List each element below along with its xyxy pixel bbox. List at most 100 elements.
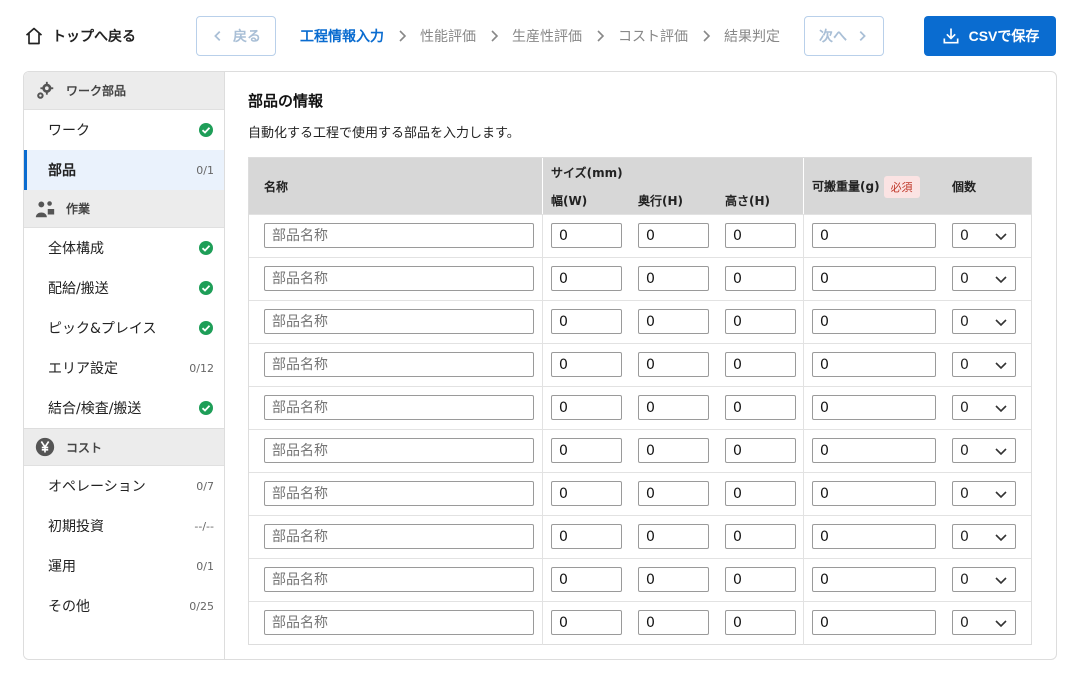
home-icon: [25, 27, 43, 45]
height-input[interactable]: [725, 223, 796, 248]
depth-input[interactable]: [638, 352, 709, 377]
column-header-depth: 奥行(H): [638, 194, 684, 208]
width-input[interactable]: [551, 481, 622, 506]
table-row: 0: [249, 472, 1031, 516]
sidebar-item-other[interactable]: その他 0/25: [24, 586, 224, 626]
sidebar-item-running[interactable]: 運用 0/1: [24, 546, 224, 586]
sidebar-item-join-inspect[interactable]: 結合/検査/搬送: [24, 388, 224, 428]
weight-input[interactable]: [812, 481, 936, 506]
count-select[interactable]: 0: [952, 438, 1016, 463]
weight-input[interactable]: [812, 610, 936, 635]
height-input[interactable]: [725, 438, 796, 463]
width-input[interactable]: [551, 309, 622, 334]
column-header-size-group: サイズ(mm): [551, 166, 623, 180]
sidebar-item-initial-investment[interactable]: 初期投資 --/--: [24, 506, 224, 546]
part-name-input[interactable]: [264, 481, 534, 506]
row-divider: [803, 602, 804, 645]
depth-input[interactable]: [638, 438, 709, 463]
height-input[interactable]: [725, 567, 796, 592]
height-input[interactable]: [725, 610, 796, 635]
weight-input[interactable]: [812, 438, 936, 463]
part-name-input[interactable]: [264, 567, 534, 592]
row-divider: [542, 387, 543, 430]
part-name-input[interactable]: [264, 352, 534, 377]
weight-input[interactable]: [812, 266, 936, 291]
height-input[interactable]: [725, 395, 796, 420]
sidebar-item-label: オペレーション: [48, 479, 146, 495]
weight-input[interactable]: [812, 352, 936, 377]
row-divider: [803, 430, 804, 473]
width-input[interactable]: [551, 438, 622, 463]
count-select[interactable]: 0: [952, 352, 1016, 377]
chevron-down-icon: [995, 275, 1007, 283]
sidebar-item-pick-place[interactable]: ピック&プレイス: [24, 308, 224, 348]
width-input[interactable]: [551, 266, 622, 291]
height-input[interactable]: [725, 524, 796, 549]
column-header-width: 幅(W): [551, 194, 588, 208]
part-name-input[interactable]: [264, 309, 534, 334]
weight-input[interactable]: [812, 567, 936, 592]
sidebar-item-overall[interactable]: 全体構成: [24, 228, 224, 268]
sidebar-item-operation[interactable]: オペレーション 0/7: [24, 466, 224, 506]
home-link-label: トップへ戻る: [52, 29, 136, 45]
sidebar-item-work[interactable]: ワーク: [24, 110, 224, 150]
count-select[interactable]: 0: [952, 395, 1016, 420]
count-select[interactable]: 0: [952, 610, 1016, 635]
count-select[interactable]: 0: [952, 481, 1016, 506]
required-badge: 必須: [883, 176, 920, 198]
part-name-input[interactable]: [264, 395, 534, 420]
depth-input[interactable]: [638, 567, 709, 592]
count-select[interactable]: 0: [952, 223, 1016, 248]
part-name-input[interactable]: [264, 438, 534, 463]
chevron-right-icon: [488, 30, 500, 42]
depth-input[interactable]: [638, 309, 709, 334]
weight-input[interactable]: [812, 524, 936, 549]
width-input[interactable]: [551, 352, 622, 377]
csv-save-button[interactable]: CSVで保存: [924, 16, 1056, 56]
table-body: 0 0 0 0 0 0 0 0 0 0: [249, 214, 1031, 645]
part-name-input[interactable]: [264, 524, 534, 549]
chevron-down-icon: [995, 318, 1007, 326]
depth-input[interactable]: [638, 266, 709, 291]
count-select[interactable]: 0: [952, 524, 1016, 549]
depth-input[interactable]: [638, 524, 709, 549]
width-input[interactable]: [551, 395, 622, 420]
count-select[interactable]: 0: [952, 309, 1016, 334]
step-productivity: 生産性評価: [512, 29, 582, 45]
row-divider: [803, 301, 804, 344]
sidebar-item-count: 0/25: [189, 599, 214, 613]
weight-input[interactable]: [812, 395, 936, 420]
depth-input[interactable]: [638, 395, 709, 420]
part-name-input[interactable]: [264, 266, 534, 291]
part-name-input[interactable]: [264, 610, 534, 635]
sidebar-item-label: その他: [48, 599, 90, 615]
count-select[interactable]: 0: [952, 567, 1016, 592]
count-select-value: 0: [960, 313, 969, 330]
height-input[interactable]: [725, 266, 796, 291]
chevron-down-icon: [995, 576, 1007, 584]
sidebar-item-area[interactable]: エリア設定 0/12: [24, 348, 224, 388]
count-select[interactable]: 0: [952, 266, 1016, 291]
width-input[interactable]: [551, 567, 622, 592]
table-row: 0: [249, 558, 1031, 602]
part-name-input[interactable]: [264, 223, 534, 248]
depth-input[interactable]: [638, 223, 709, 248]
height-input[interactable]: [725, 481, 796, 506]
weight-input[interactable]: [812, 223, 936, 248]
next-button[interactable]: 次へ: [804, 16, 884, 56]
depth-input[interactable]: [638, 610, 709, 635]
home-link[interactable]: トップへ戻る: [24, 24, 136, 48]
table-row: 0: [249, 214, 1031, 258]
count-select-value: 0: [960, 270, 969, 287]
weight-input[interactable]: [812, 309, 936, 334]
height-input[interactable]: [725, 352, 796, 377]
back-button[interactable]: 戻る: [196, 16, 276, 56]
depth-input[interactable]: [638, 481, 709, 506]
height-input[interactable]: [725, 309, 796, 334]
width-input[interactable]: [551, 223, 622, 248]
step-result: 結果判定: [724, 29, 780, 45]
width-input[interactable]: [551, 524, 622, 549]
width-input[interactable]: [551, 610, 622, 635]
sidebar-item-parts[interactable]: 部品 0/1: [24, 150, 224, 190]
sidebar-item-supply[interactable]: 配給/搬送: [24, 268, 224, 308]
